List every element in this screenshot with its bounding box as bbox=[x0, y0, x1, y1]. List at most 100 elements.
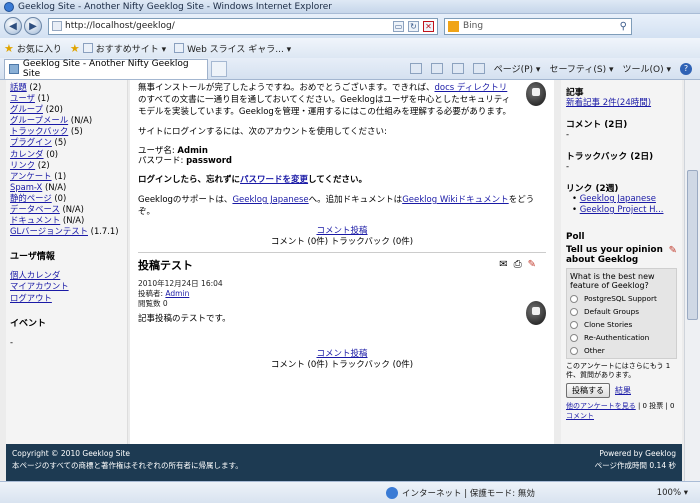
edit-story-icon[interactable]: ✎ bbox=[528, 259, 536, 270]
admin-menu-link[interactable]: アンケート bbox=[10, 171, 52, 181]
change-password-link[interactable]: パスワードを変更 bbox=[240, 175, 308, 185]
geeklog-wiki-link[interactable]: Geeklog Wikiドキュメント bbox=[402, 195, 509, 205]
powered-by-text: Powered by Geeklog bbox=[599, 449, 676, 458]
author-link[interactable]: Admin bbox=[165, 289, 189, 298]
admin-menu-link[interactable]: プラグイン bbox=[10, 137, 52, 147]
comment-post-link[interactable]: コメント投稿 bbox=[316, 226, 367, 236]
story-2: 投稿テスト ✉ ⎙ ✎ 2010年12月24日 16:04 投稿者: Admin… bbox=[138, 257, 546, 371]
copyright-text: Copyright © 2010 Geeklog Site bbox=[12, 449, 130, 458]
email-story-icon[interactable]: ✉ bbox=[499, 259, 507, 270]
admin-menu: 話題 (2) ユーザ (1) グループ (20) グループメール (N/A) トラックバ… bbox=[10, 82, 123, 237]
page-timing-text: ページ作成時間 0.14 秒 bbox=[594, 461, 676, 470]
comment-post-link-2[interactable]: コメント投稿 bbox=[316, 349, 367, 359]
admin-menu-link[interactable]: ドキュメント bbox=[10, 215, 60, 225]
poll-options: PostgreSQL Support Default Groups Clone St… bbox=[570, 294, 673, 355]
tab-geeklog[interactable]: Geeklog Site - Another Nifty Geeklog Sit… bbox=[4, 58, 208, 79]
admin-menu-link[interactable]: ユーザ bbox=[10, 93, 35, 103]
poll-option[interactable]: PostgreSQL Support bbox=[570, 294, 673, 303]
radio-button[interactable] bbox=[570, 333, 578, 342]
poll-option[interactable]: Re-Authentication bbox=[570, 333, 673, 342]
feeds-icon[interactable] bbox=[430, 63, 443, 74]
user-link[interactable]: マイアカウント bbox=[10, 281, 69, 291]
radio-button[interactable] bbox=[570, 320, 578, 329]
radio-button[interactable] bbox=[570, 294, 578, 303]
poll-note: このアンケートにはさらにもう 1 件、質問があります。 bbox=[566, 362, 671, 379]
admin-menu-count: (1) bbox=[37, 93, 50, 104]
admin-menu-link[interactable]: グループ bbox=[10, 104, 43, 114]
trackback-title: トラックバック (2日) bbox=[566, 152, 654, 162]
story-body: 記事投稿のテストです。 bbox=[138, 314, 231, 324]
admin-menu-link[interactable]: 話題 bbox=[10, 82, 27, 92]
admin-menu-item: グループ (20) bbox=[10, 104, 123, 115]
admin-menu-item: 静的ページ (0) bbox=[10, 193, 123, 204]
admin-menu-count: (5) bbox=[54, 137, 67, 148]
story-author: 投稿者: Admin bbox=[138, 289, 190, 298]
command-bar: ページ(P) ▾ セーフティ(S) ▾ ツール(O) ▾ ? bbox=[409, 62, 700, 75]
page-menu[interactable]: ページ(P) ▾ bbox=[494, 62, 541, 75]
admin-menu-link[interactable]: Spam-X bbox=[10, 182, 42, 192]
refresh-icon[interactable]: ↻ bbox=[408, 20, 419, 32]
address-bar[interactable]: http://localhost/geeklog/ ▭ ↻ ✕ bbox=[48, 17, 438, 35]
admin-menu-count: (5) bbox=[70, 126, 83, 137]
mail-icon[interactable] bbox=[451, 63, 464, 74]
right-sidebar: 記事 新着記事 2件(24時間) コメント (2日) - トラックバック (2日… bbox=[561, 80, 682, 444]
admin-menu-link[interactable]: グループメール bbox=[10, 115, 68, 125]
web-slice-gallery[interactable]: Web スライス ギャラ... ▾ bbox=[174, 42, 291, 55]
radio-button[interactable] bbox=[570, 346, 578, 355]
admin-menu-item: ドキュメント (N/A) bbox=[10, 215, 123, 226]
poll-option-label: Default Groups bbox=[584, 307, 639, 316]
tab-bar: Geeklog Site - Another Nifty Geeklog Sit… bbox=[0, 58, 700, 80]
help-icon[interactable]: ? bbox=[680, 62, 692, 75]
search-icon[interactable]: ⚲ bbox=[620, 21, 627, 32]
zoom-level[interactable]: 100% ▾ bbox=[657, 488, 688, 498]
home-icon[interactable] bbox=[409, 63, 422, 74]
admin-menu-link[interactable]: GLバージョンテスト bbox=[10, 226, 88, 236]
forward-icon[interactable]: ▶ bbox=[24, 17, 42, 35]
suggested-sites[interactable]: ★ おすすめサイト ▾ bbox=[70, 42, 166, 55]
stop-icon[interactable]: ✕ bbox=[423, 20, 434, 32]
comments-value: - bbox=[566, 130, 570, 140]
print-story-icon[interactable]: ⎙ bbox=[514, 259, 522, 270]
admin-menu-count: (0) bbox=[46, 148, 59, 159]
user-link[interactable]: 個人カレンダ bbox=[10, 270, 60, 280]
poll-option-label: Other bbox=[584, 346, 605, 355]
address-text[interactable]: http://localhost/geeklog/ bbox=[65, 21, 175, 31]
admin-menu-link[interactable]: トラックバック bbox=[10, 126, 68, 136]
favorites-button[interactable]: ★ お気に入り bbox=[4, 42, 62, 55]
poll-option[interactable]: Default Groups bbox=[570, 307, 673, 316]
edit-poll-icon[interactable]: ✎ bbox=[669, 245, 677, 256]
print-icon[interactable] bbox=[472, 63, 485, 74]
new-articles-link[interactable]: 新着記事 2件(24時間) bbox=[566, 98, 651, 108]
back-icon[interactable]: ◀ bbox=[4, 17, 22, 35]
tab-favicon-icon bbox=[9, 64, 19, 74]
poll-comments-link[interactable]: コメント bbox=[566, 412, 594, 420]
compat-view-icon[interactable]: ▭ bbox=[393, 20, 404, 32]
vertical-scrollbar[interactable] bbox=[684, 80, 700, 481]
window-titlebar: Geeklog Site - Another Nifty Geeklog Sit… bbox=[0, 0, 700, 14]
docs-link[interactable]: docs ディレクトリ bbox=[434, 83, 507, 93]
vote-button[interactable]: 投稿する bbox=[566, 383, 610, 398]
support-line: Geeklogのサポートは、Geeklog Japaneseへ。追加ドキュメント… bbox=[138, 195, 535, 217]
admin-menu-link[interactable]: データベース bbox=[10, 204, 60, 214]
external-link[interactable]: Geeklog Project H... bbox=[580, 205, 664, 215]
admin-menu-link[interactable]: リンク bbox=[10, 160, 35, 170]
user-links: 個人カレンダ マイアカウント ログアウト bbox=[10, 270, 123, 303]
poll-option-label: Clone Stories bbox=[584, 320, 633, 329]
status-bar: インターネット | 保護モード: 無効 100% ▾ bbox=[0, 481, 700, 503]
tools-menu[interactable]: ツール(O) ▾ bbox=[623, 62, 672, 75]
safety-menu[interactable]: セーフティ(S) ▾ bbox=[549, 62, 613, 75]
poll-option[interactable]: Clone Stories bbox=[570, 320, 673, 329]
results-link[interactable]: 結果 bbox=[615, 385, 631, 396]
poll-option[interactable]: Other bbox=[570, 346, 673, 355]
admin-menu-link[interactable]: 静的ページ bbox=[10, 193, 52, 203]
search-box[interactable]: Bing ⚲ bbox=[444, 17, 632, 35]
external-link[interactable]: Geeklog Japanese bbox=[580, 194, 656, 204]
new-tab-button[interactable] bbox=[211, 60, 227, 77]
user-link[interactable]: ログアウト bbox=[10, 293, 52, 303]
scrollbar-thumb[interactable] bbox=[687, 170, 698, 320]
radio-button[interactable] bbox=[570, 307, 578, 316]
admin-menu-link[interactable]: カレンダ bbox=[10, 149, 44, 159]
search-text[interactable]: Bing bbox=[463, 21, 483, 31]
other-polls-link[interactable]: 他のアンケートを見る bbox=[566, 402, 636, 410]
geeklog-japanese-link[interactable]: Geeklog Japanese bbox=[232, 195, 308, 205]
